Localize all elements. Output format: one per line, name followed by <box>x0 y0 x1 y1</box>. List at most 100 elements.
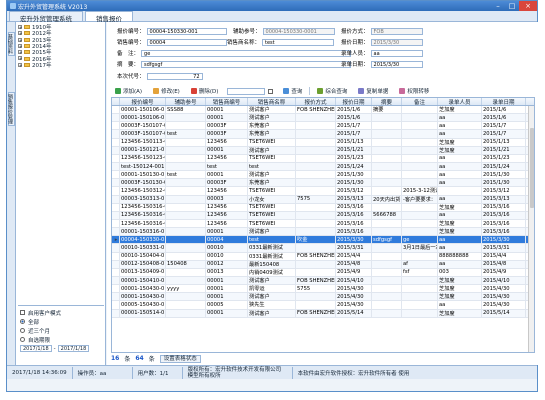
table-row[interactable]: 00001-150430-0 yyyy 00001 凯零运 5755 2015/4/30 芝… <box>112 285 534 294</box>
column-header[interactable]: 销售商名称 <box>248 98 296 105</box>
aux-no-input[interactable]: 00004-150330-0001 <box>262 27 335 35</box>
table-row[interactable]: 00012-150408-0 150408 00012 最新150408 2015/4/… <box>112 260 534 269</box>
expand-icon[interactable]: + <box>18 31 22 36</box>
row-indicator[interactable] <box>112 171 120 179</box>
close-icon[interactable]: × <box>519 1 537 11</box>
delete-button[interactable]: 删除(D) <box>187 87 223 96</box>
row-indicator[interactable] <box>112 309 120 317</box>
expand-icon[interactable]: + <box>18 25 22 30</box>
table-row[interactable]: 00001-150106-0 00001 测试客户 2015/1/6 aa 2015/1/… <box>112 114 534 123</box>
search-checkbox[interactable] <box>268 88 274 94</box>
radio-icon[interactable] <box>20 319 25 324</box>
row-indicator[interactable] <box>112 252 120 260</box>
column-header[interactable]: 辅助参号 <box>166 98 206 105</box>
entry-user-input[interactable]: aa <box>370 49 423 57</box>
radio-custom-range[interactable]: 自选期限 <box>20 335 102 344</box>
edit-button[interactable]: 修改(E) <box>149 87 184 96</box>
table-row[interactable]: 00001-150106-0 SSS88 00001 测试客户 FOB SHENZHEN… <box>112 106 534 115</box>
minimize-icon[interactable]: – <box>491 1 505 11</box>
query-button[interactable]: 查询 <box>279 87 306 96</box>
column-header[interactable]: 报价编号 <box>120 98 166 105</box>
table-row[interactable]: 00001-150514-0 00001 测试客户 FOB SHENZHEN 2015/… <box>112 309 534 318</box>
expand-icon[interactable]: + <box>18 56 22 61</box>
quote-no-input[interactable]: 00004-150330-001 <box>146 27 227 35</box>
row-indicator[interactable] <box>112 138 120 146</box>
table-row[interactable]: 123456-150123-0 123456 TSET6WEI 2015/1/23 aa… <box>112 154 534 163</box>
column-header[interactable]: 销售商编号 <box>206 98 248 105</box>
summary-input[interactable]: sdfgsgf <box>141 60 352 68</box>
row-indicator[interactable] <box>112 162 120 171</box>
row-indicator[interactable] <box>112 285 120 293</box>
table-row[interactable]: 00001-150430-0 00001 测试客户 2015/4/30 芝加度 2015/… <box>112 293 534 302</box>
table-row[interactable]: 00003F-150130-0 00003F 东莞客户 2015/1/30 aa 2015… <box>112 179 534 188</box>
table-row[interactable]: 123456-150113-0 123456 TSET6WEI 2015/1/13 芝加… <box>112 138 534 147</box>
table-row[interactable]: 00001-150316-0 00001 测试客户 2015/3/16 芝加度 2015/… <box>112 228 534 237</box>
row-indicator[interactable] <box>112 293 120 301</box>
remark-input[interactable]: ge <box>141 49 352 57</box>
table-row[interactable]: 00001-150130-0 test 00001 测试客户 2015/1/30 aa 20… <box>112 171 534 180</box>
row-indicator[interactable] <box>112 179 120 187</box>
row-indicator[interactable] <box>112 244 120 252</box>
vertical-scrollbar[interactable] <box>528 106 534 352</box>
checkbox-icon[interactable] <box>20 310 25 315</box>
column-header[interactable]: 录单人员 <box>438 98 482 105</box>
tree-node-year[interactable]: +2017年 <box>18 62 104 69</box>
row-indicator[interactable] <box>112 260 120 268</box>
table-row[interactable]: 00013-150409-0 00013 内销0409测试 2015/4/9 fsf 00… <box>112 268 534 277</box>
seller-name-input[interactable]: test <box>262 38 335 46</box>
maximize-icon[interactable]: □ <box>505 1 519 11</box>
transfer-permission-button[interactable]: 权限转移 <box>395 87 433 96</box>
add-button[interactable]: 添加(A) <box>111 87 146 96</box>
table-row[interactable]: 00001-150121-0 00001 测试客户 2015/1/21 芝加度 2015/… <box>112 146 534 155</box>
tab-sales-quote[interactable]: 销售报价 <box>85 11 133 23</box>
search-input[interactable] <box>227 87 266 95</box>
vtab-quote-manage[interactable]: 销售报价管理 <box>7 92 15 126</box>
row-indicator[interactable] <box>112 276 120 285</box>
row-indicator[interactable] <box>112 203 120 211</box>
expand-icon[interactable]: + <box>18 37 22 42</box>
table-row[interactable]: 00003F-150107-0 test 00003F 东莞客户 2015/1/7 aa 2… <box>112 130 534 139</box>
table-row[interactable]: 00001-150410-0 00001 测试客户 FOB SHENZHEN 2015/… <box>112 276 534 286</box>
table-row[interactable]: 123456-150316-0 123456 TSET6WEI 2015/3/16 芝加… <box>112 219 534 229</box>
table-settings-button[interactable]: 设置表格状态 <box>159 354 201 363</box>
row-indicator[interactable] <box>112 228 120 236</box>
entry-date-input[interactable]: 2015/3/30 <box>370 60 423 68</box>
expand-icon[interactable]: + <box>18 43 22 48</box>
column-header[interactable]: 报价方式 <box>296 98 336 105</box>
tab-system[interactable]: 宏升外贸管理系统 <box>9 11 83 23</box>
expand-icon[interactable]: + <box>18 62 22 67</box>
row-indicator[interactable] <box>112 268 120 276</box>
table-row[interactable]: 00003F-150107-0 00003F 东莞客户 2015/1/7 aa 2015/… <box>112 122 534 131</box>
table-row[interactable]: 00010-150404-0 00010 0331最新测试 FOB SHENZHEN 2… <box>112 252 534 261</box>
radio-three-months[interactable]: 近三个月 <box>20 326 102 335</box>
row-indicator[interactable] <box>112 219 120 228</box>
column-header[interactable]: 备注 <box>402 98 438 105</box>
table-row[interactable]: 00005-150430-0 00005 狭先生 2015/4/30 aa 2015/4/… <box>112 301 534 310</box>
copy-doc-button[interactable]: 复制单据 <box>354 87 392 96</box>
enable-customer-mode[interactable]: 启用客户模式 <box>20 308 102 317</box>
table-row[interactable]: ▸ 00004-150330-0 00004 test 吹金 2015/3/30 sdfgs… <box>112 236 534 245</box>
row-indicator[interactable] <box>112 195 120 203</box>
table-row[interactable]: 123456-150312-0 123456 TSET6WEI 2015/3/12 20… <box>112 187 534 196</box>
date-to-input[interactable]: 2017/1/18 <box>57 345 90 352</box>
advanced-query-button[interactable]: 综合查询 <box>313 87 351 96</box>
sales-no-input[interactable]: 00004 <box>146 38 227 46</box>
table-row[interactable]: 123456-150316-0 123456 TSET6WEI 2015/3/16 芝加… <box>112 203 534 212</box>
row-indicator[interactable] <box>112 122 120 130</box>
row-indicator[interactable] <box>112 130 120 138</box>
row-indicator[interactable] <box>112 211 120 219</box>
column-header[interactable]: 录单日期 <box>482 98 526 105</box>
radio-all[interactable]: 全部 <box>20 317 102 326</box>
table-row[interactable]: 00003-150313-0 00003 小龙女 7575 2015/3/13 20天内出… <box>112 195 534 204</box>
quote-date-input[interactable]: 2015/3/30 <box>370 38 423 46</box>
row-indicator[interactable] <box>112 106 120 114</box>
row-indicator[interactable] <box>112 187 120 195</box>
row-indicator[interactable] <box>112 146 120 154</box>
radio-icon[interactable] <box>20 328 25 333</box>
quote-method-select[interactable]: FOB <box>370 27 423 35</box>
scroll-thumb[interactable] <box>530 128 534 208</box>
code-input[interactable]: 72 <box>146 72 203 80</box>
row-indicator[interactable] <box>112 114 120 122</box>
table-row[interactable]: 123456-150316-0 123456 TSET6WEI 2015/3/16 56… <box>112 211 534 220</box>
vtab-basic-data[interactable]: 基础资料 <box>7 32 15 56</box>
